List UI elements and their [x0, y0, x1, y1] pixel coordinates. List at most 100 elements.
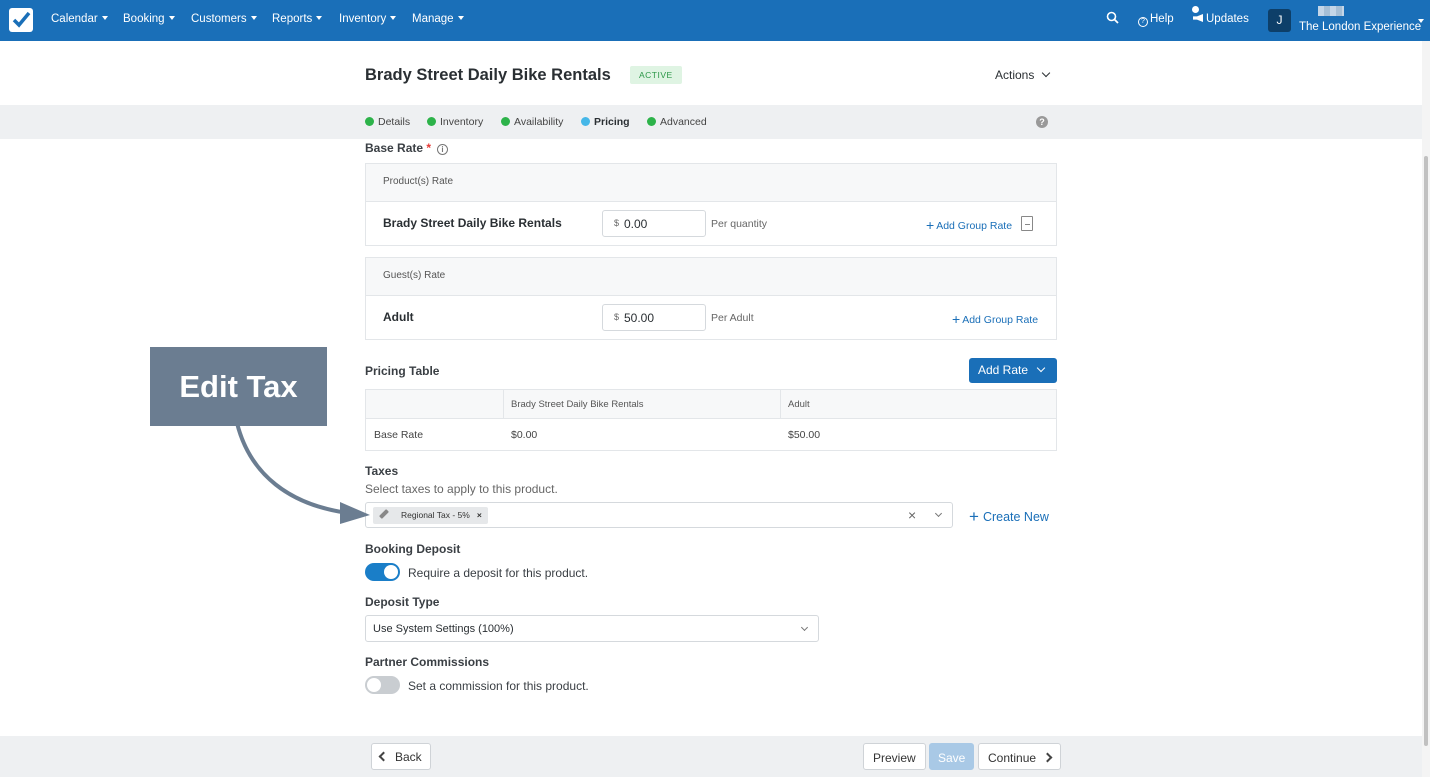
search-icon[interactable]	[1106, 11, 1119, 27]
add-rate-button[interactable]: Add Rate	[969, 358, 1057, 383]
back-label: Back	[395, 750, 422, 764]
deposit-type-value: Use System Settings (100%)	[373, 623, 514, 635]
complete-dot-icon	[427, 117, 436, 126]
caret-down-icon	[101, 16, 108, 20]
actions-label: Actions	[995, 68, 1035, 82]
per-adult-label: Per Adult	[711, 312, 754, 324]
nav-booking-label: Booking	[123, 13, 165, 25]
caret-down-icon	[250, 16, 257, 20]
toggle-knob	[367, 678, 381, 692]
nav-booking[interactable]: Booking	[123, 13, 175, 25]
create-new-tax-link[interactable]: + Create New	[969, 507, 1049, 527]
add-group-rate-label: Add Group Rate	[936, 220, 1013, 232]
company-name[interactable]: The London Experience	[1299, 21, 1421, 33]
booking-deposit-label: Booking Deposit	[365, 542, 461, 556]
save-button[interactable]: Save	[929, 743, 975, 770]
step-availability[interactable]: Availability	[501, 116, 563, 128]
chevron-down-icon	[1036, 363, 1046, 373]
add-rate-label: Add Rate	[978, 363, 1029, 377]
divider	[780, 390, 781, 419]
plus-icon: +	[969, 507, 979, 526]
nav-calendar[interactable]: Calendar	[51, 13, 108, 25]
nav-customers[interactable]: Customers	[191, 13, 257, 25]
commission-toggle[interactable]	[365, 676, 400, 694]
nav-inventory[interactable]: Inventory	[339, 13, 397, 25]
remove-tag-icon[interactable]: ×	[477, 510, 482, 520]
chevron-left-icon	[378, 751, 389, 762]
actions-dropdown[interactable]: Actions	[995, 68, 1051, 82]
edit-tax-callout: Edit Tax	[150, 347, 327, 426]
info-icon[interactable]: i	[437, 144, 449, 155]
step-bar	[0, 105, 1422, 139]
step-advanced[interactable]: Advanced	[647, 116, 707, 128]
guest-rate-card: Guest(s) Rate Adult $ 50.00 Per Adult + A…	[365, 257, 1057, 340]
pencil-icon[interactable]	[379, 509, 389, 519]
complete-dot-icon	[501, 117, 510, 126]
pricing-table-label: Pricing Table	[365, 364, 440, 378]
updates-link[interactable]: Updates	[1193, 13, 1249, 25]
step-label: Details	[378, 116, 411, 128]
help-link[interactable]: ? Help	[1138, 13, 1174, 27]
guest-rate-input[interactable]: $ 50.00	[602, 304, 706, 331]
complete-dot-icon	[647, 117, 656, 126]
deposit-toggle[interactable]	[365, 563, 400, 581]
commission-toggle-label: Set a commission for this product.	[408, 679, 589, 693]
continue-button[interactable]: Continue	[978, 743, 1062, 770]
plus-icon: +	[926, 217, 935, 233]
account-caret-icon[interactable]	[1418, 19, 1424, 23]
status-badge: ACTIVE	[630, 66, 682, 84]
nav-reports[interactable]: Reports	[272, 13, 323, 25]
blurred-username	[1318, 6, 1344, 16]
page-header	[0, 41, 1422, 105]
step-label: Advanced	[660, 116, 707, 128]
add-group-rate-guest-link[interactable]: + Add Group Rate	[952, 311, 1038, 327]
add-group-rate-product-link[interactable]: + Add Group Rate	[926, 217, 1012, 233]
page-title: Brady Street Daily Bike Rentals	[365, 66, 611, 84]
preview-button[interactable]: Preview	[863, 743, 926, 770]
nav-inventory-label: Inventory	[339, 13, 387, 25]
top-nav: Calendar Booking Customers Reports Inven…	[0, 0, 1430, 41]
product-rate-value: 0.00	[624, 217, 648, 231]
pricing-header-cell	[366, 390, 503, 419]
nav-manage-label: Manage	[412, 13, 454, 25]
product-rate-input[interactable]: $ 0.00	[602, 210, 706, 237]
nav-reports-label: Reports	[272, 13, 313, 25]
chevron-down-icon[interactable]	[934, 509, 943, 518]
currency-symbol: $	[614, 312, 620, 322]
product-rate-row: Brady Street Daily Bike Rentals $ 0.00 P…	[366, 202, 1056, 246]
help-label: Help	[1150, 13, 1174, 25]
toggle-knob	[384, 565, 398, 579]
complete-dot-icon	[365, 117, 374, 126]
footer-bar	[0, 736, 1422, 777]
back-button[interactable]: Back	[371, 743, 431, 770]
step-label: Inventory	[440, 116, 484, 128]
nav-calendar-label: Calendar	[51, 13, 98, 25]
deposit-toggle-label: Require a deposit for this product.	[408, 566, 589, 580]
base-rate-text: Base Rate	[365, 141, 424, 155]
checkbox-logo-icon[interactable]	[9, 8, 33, 32]
tax-tag[interactable]: Regional Tax - 5% ×	[373, 507, 488, 524]
chevron-right-icon	[1042, 752, 1053, 763]
table-cell: $0.00	[511, 429, 538, 441]
pricing-header-cell: Adult	[780, 390, 1056, 419]
table-cell: $50.00	[788, 429, 821, 441]
deposit-type-select[interactable]: Use System Settings (100%)	[365, 615, 819, 642]
caret-down-icon	[168, 16, 175, 20]
create-new-label: Create New	[982, 510, 1049, 524]
nav-manage[interactable]: Manage	[412, 13, 464, 25]
product-rate-header: Product(s) Rate	[366, 164, 1056, 202]
taxes-select[interactable]: Regional Tax - 5% × ×	[365, 502, 953, 528]
step-pricing[interactable]: Pricing	[581, 116, 630, 128]
scrollbar[interactable]	[1422, 41, 1430, 777]
avatar[interactable]: J	[1268, 9, 1291, 32]
active-dot-icon	[581, 117, 590, 126]
step-inventory[interactable]: Inventory	[427, 116, 483, 128]
clear-icon[interactable]: ×	[908, 507, 916, 523]
add-group-rate-label: Add Group Rate	[962, 314, 1039, 326]
step-details[interactable]: Details	[365, 116, 410, 128]
guest-name: Adult	[383, 310, 414, 324]
document-icon[interactable]	[1021, 216, 1033, 231]
chevron-down-icon	[1042, 68, 1051, 78]
question-icon[interactable]: ?	[1036, 116, 1048, 128]
scrollbar-thumb[interactable]	[1424, 156, 1428, 746]
